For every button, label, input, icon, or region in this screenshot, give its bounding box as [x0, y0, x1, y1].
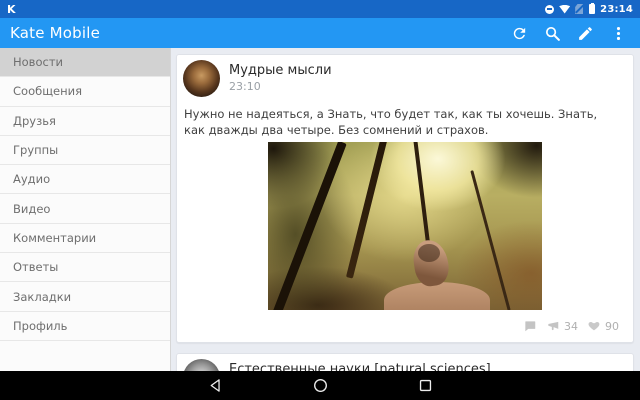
- sidebar-item-friends[interactable]: Друзья: [0, 107, 170, 136]
- sidebar-item-label: Новости: [13, 55, 63, 69]
- sidebar-item-label: Закладки: [13, 290, 71, 304]
- sidebar-item-replies[interactable]: Ответы: [0, 253, 170, 282]
- tree-trunk: [346, 142, 389, 279]
- sidebar-item-groups[interactable]: Группы: [0, 136, 170, 165]
- status-icons: 23:14: [545, 4, 633, 15]
- back-button[interactable]: [207, 377, 224, 394]
- sidebar-item-label: Комментарии: [13, 231, 96, 245]
- person-shoulders: [384, 282, 490, 310]
- app-title: Kate Mobile: [10, 24, 100, 42]
- person-face-shadow: [418, 244, 440, 262]
- battery-icon: [589, 4, 595, 14]
- overflow-menu-button[interactable]: [610, 25, 627, 42]
- like-icon[interactable]: [587, 319, 601, 333]
- post-header-text: Мудрые мысли 23:10: [229, 60, 332, 97]
- sidebar-item-label: Профиль: [13, 319, 67, 333]
- sidebar: Новости Сообщения Друзья Группы Аудио Ви…: [0, 48, 171, 371]
- navigation-bar: [0, 371, 640, 400]
- sidebar-item-comments[interactable]: Комментарии: [0, 224, 170, 253]
- post-card[interactable]: Естественные науки [natural sciences]: [176, 353, 634, 371]
- sidebar-item-profile[interactable]: Профиль: [0, 312, 170, 341]
- notification-icon: K: [7, 3, 16, 16]
- sidebar-item-label: Друзья: [13, 114, 56, 128]
- do-not-disturb-icon: [545, 5, 554, 14]
- search-button[interactable]: [544, 25, 561, 42]
- tree-trunk: [270, 142, 346, 310]
- recents-button[interactable]: [417, 377, 434, 394]
- main-area: Новости Сообщения Друзья Группы Аудио Ви…: [0, 48, 640, 371]
- sidebar-item-label: Видео: [13, 202, 50, 216]
- sidebar-item-label: Ответы: [13, 260, 58, 274]
- post-timestamp: 23:10: [229, 80, 332, 93]
- post-header: Естественные науки [natural sciences]: [177, 354, 633, 371]
- avatar[interactable]: [183, 359, 220, 371]
- post-author[interactable]: Мудрые мысли: [229, 63, 332, 79]
- sidebar-item-label: Аудио: [13, 172, 50, 186]
- sidebar-item-label: Группы: [13, 143, 58, 157]
- home-button[interactable]: [312, 377, 329, 394]
- post-photo-wrap: [177, 142, 633, 310]
- sidebar-item-messages[interactable]: Сообщения: [0, 77, 170, 106]
- post-card[interactable]: Мудрые мысли 23:10 Нужно не надеяться, а…: [176, 54, 634, 343]
- compose-button[interactable]: [577, 25, 594, 42]
- no-signal-icon: [575, 4, 583, 14]
- repost-icon[interactable]: [546, 319, 560, 333]
- refresh-button[interactable]: [511, 25, 528, 42]
- repost-count: 34: [564, 320, 578, 333]
- like-count: 90: [605, 320, 619, 333]
- post-header: Мудрые мысли 23:10: [177, 55, 633, 97]
- sidebar-item-bookmarks[interactable]: Закладки: [0, 282, 170, 311]
- app-bar-actions: [511, 25, 630, 42]
- sidebar-item-news[interactable]: Новости: [0, 48, 170, 77]
- post-author[interactable]: Естественные науки [natural sciences]: [229, 362, 491, 371]
- avatar[interactable]: [183, 60, 220, 97]
- comment-icon[interactable]: [523, 319, 537, 333]
- sidebar-item-audio[interactable]: Аудио: [0, 165, 170, 194]
- post-actions: 34 90: [177, 310, 633, 342]
- sidebar-item-video[interactable]: Видео: [0, 194, 170, 223]
- news-feed: Мудрые мысли 23:10 Нужно не надеяться, а…: [171, 48, 640, 371]
- screen: K 23:14 Kate Mobile: [0, 0, 640, 400]
- status-bar: K 23:14: [0, 0, 640, 18]
- app-bar: Kate Mobile: [0, 18, 640, 48]
- card-gap: [176, 343, 634, 353]
- post-header-text: Естественные науки [natural sciences]: [229, 359, 491, 371]
- post-photo[interactable]: [268, 142, 542, 310]
- clock: 23:14: [600, 4, 633, 15]
- sidebar-item-label: Сообщения: [13, 84, 82, 98]
- post-text: Нужно не надеяться, а Знать, что будет т…: [177, 97, 633, 138]
- wifi-icon: [559, 5, 570, 14]
